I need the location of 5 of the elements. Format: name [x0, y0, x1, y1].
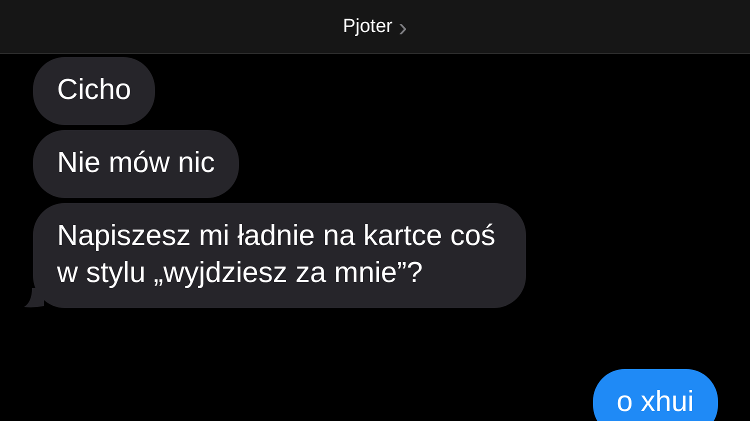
contact-name-button[interactable]: Pjoter ›	[342, 14, 408, 40]
bubble-tail-icon	[24, 288, 44, 308]
received-message-bubble: Cicho	[33, 57, 156, 125]
received-message-bubble: Nie mów nic	[33, 130, 239, 198]
sent-message-bubble: o xhui	[592, 369, 718, 421]
